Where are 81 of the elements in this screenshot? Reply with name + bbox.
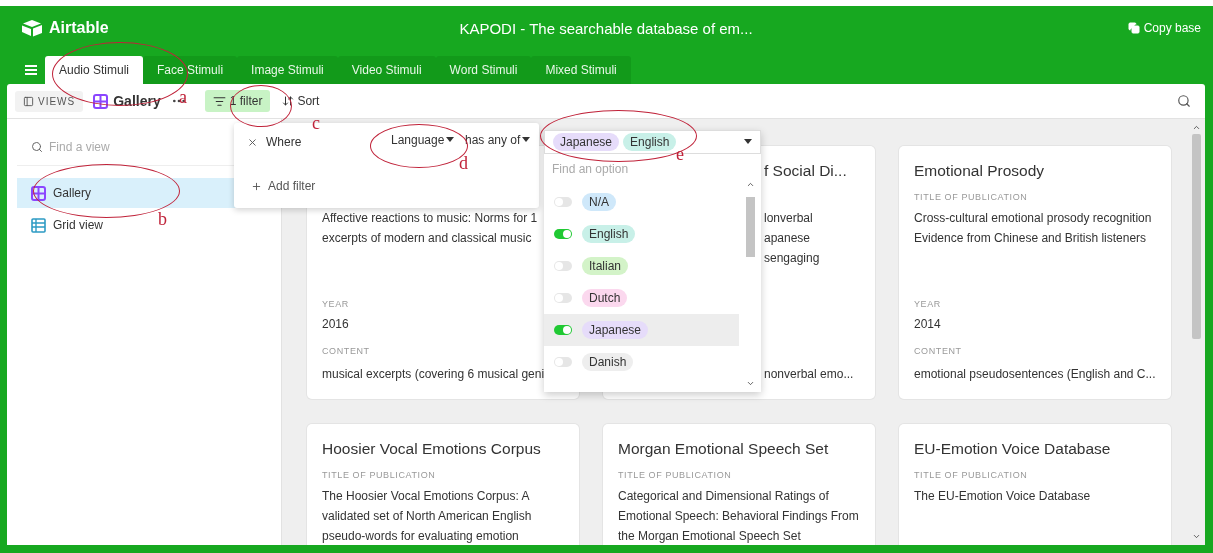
filter-icon (212, 94, 226, 108)
field-value: 2016 (322, 316, 349, 333)
option-row[interactable]: Japanese (544, 314, 739, 346)
field-label: CONTENT (322, 346, 370, 356)
card-title: Hoosier Vocal Emotions Corpus (322, 440, 541, 458)
logo-text: Airtable (49, 19, 109, 37)
field-value: lonverbal apanese sengaging (764, 210, 820, 267)
sort-button[interactable]: Sort (276, 93, 326, 109)
option-tag: English (582, 225, 636, 243)
field-label: TITLE OF PUBLICATION (914, 470, 1028, 480)
record-card[interactable]: Emotional Prosody TITLE OF PUBLICATION Cross-cultural emotional prosody recognition Evidence from Chinese and British listeners YEAR 2014 CONTENT emotional pseudosentences (English and C... (899, 146, 1171, 399)
card-title: EU-Emotion Voice Database (914, 440, 1111, 458)
operator-dropdown[interactable]: has any of (465, 133, 531, 147)
search-icon (31, 141, 43, 153)
scroll-down-icon[interactable] (745, 379, 755, 388)
toggle[interactable] (554, 293, 572, 303)
annotation-letter: a (179, 88, 187, 106)
field-dropdown[interactable]: Language (391, 133, 455, 147)
table-tab[interactable]: Mixed Stimuli (531, 56, 631, 84)
field-label: CONTENT (914, 346, 962, 356)
sort-icon (282, 95, 295, 107)
toggle[interactable] (554, 261, 572, 271)
field-label: TITLE OF PUBLICATION (914, 192, 1028, 202)
option-tag: Dutch (582, 289, 628, 307)
annotation-letter: d (459, 154, 468, 172)
close-icon[interactable] (247, 136, 258, 148)
record-card[interactable]: EU-Emotion Voice Database TITLE OF PUBLICATION The EU-Emotion Voice Database (899, 424, 1171, 545)
field-value: The EU-Emotion Voice Database (914, 488, 1091, 505)
option-tag: N/A (582, 193, 616, 211)
record-card[interactable]: Morgan Emotional Speech Set TITLE OF PUBLICATION Categorical and Dimensional Ratings of Emotional Speech: Behavioral Findings From the Morgan Emotional Speech Set (603, 424, 875, 545)
field-value: Affective reactions to music: Norms for 1 excerpts of modern and classical music (322, 210, 538, 247)
field-label: TITLE OF PUBLICATION (618, 470, 732, 480)
option-tag: Italian (582, 257, 629, 275)
scroll-up-icon[interactable] (745, 180, 755, 189)
toggle[interactable] (554, 197, 572, 207)
scrollbar-thumb[interactable] (745, 197, 755, 257)
value-tag: Japanese (553, 133, 620, 151)
gallery-icon (93, 93, 109, 109)
scroll-up-icon[interactable] (1191, 123, 1201, 132)
field-value: Categorical and Dimensional Ratings of Emotional Speech: Behavioral Findings From the Morgan Emotional Speech Set (618, 488, 860, 545)
field-value: The Hoosier Vocal Emotions Corpus: A validated set of North American English pseudo-words for evaluating emotion (322, 488, 533, 545)
caret-icon (446, 137, 455, 143)
views-button[interactable]: VIEWS (15, 90, 84, 112)
table-tab[interactable]: Image Stimuli (237, 56, 338, 84)
field-value: Cross-cultural emotional prosody recognition Evidence from Chinese and British listeners (914, 210, 1153, 247)
toggle[interactable] (554, 229, 572, 239)
search-icon[interactable] (1177, 94, 1191, 108)
annotation-letter: b (158, 210, 167, 228)
field-value: nonverbal emo... (764, 366, 854, 383)
field-label: YEAR (322, 299, 349, 309)
gallery-icon (31, 185, 46, 201)
toggle[interactable] (554, 325, 572, 335)
card-title: Emotional Prosody (914, 162, 1045, 180)
option-tag: Japanese (582, 321, 649, 339)
field-value: 2014 (914, 316, 941, 333)
card-title: f Social Di... (764, 162, 847, 180)
field-value: emotional pseudosentences (English and C... (914, 366, 1156, 383)
view-switcher[interactable]: Gallery (89, 93, 165, 109)
scrollbar-thumb[interactable] (1191, 134, 1201, 339)
menu-icon[interactable] (25, 65, 37, 75)
field-label: TITLE OF PUBLICATION (322, 470, 436, 480)
record-card[interactable]: Hoosier Vocal Emotions Corpus TITLE OF PUBLICATION The Hoosier Vocal Emotions Corpus: A validated set of North American English pseudo-words for evaluating emotion (307, 424, 579, 545)
annotation-letter: c (312, 114, 320, 132)
scroll-down-icon[interactable] (1191, 532, 1201, 541)
grid-icon (31, 217, 46, 233)
plus-icon (251, 180, 262, 192)
field-value: musical excerpts (covering 6 musical geni (322, 366, 545, 383)
table-tab[interactable]: Audio Stimuli (45, 56, 144, 84)
card-title: Morgan Emotional Speech Set (618, 440, 829, 458)
copy-icon (1127, 22, 1140, 34)
view-item[interactable]: Grid view (17, 210, 113, 240)
field-label: YEAR (914, 299, 941, 309)
where-label: Where (266, 135, 302, 149)
toggle[interactable] (554, 357, 572, 367)
base-title: KAPODI - The searchable database of em... (459, 19, 753, 37)
caret-icon (522, 137, 531, 143)
option-tag: Danish (582, 353, 634, 371)
table-tab[interactable]: Face Stimuli (143, 56, 238, 84)
sidebar-icon (23, 95, 34, 107)
value-tag: English (623, 133, 677, 151)
logo-icon (21, 19, 43, 37)
